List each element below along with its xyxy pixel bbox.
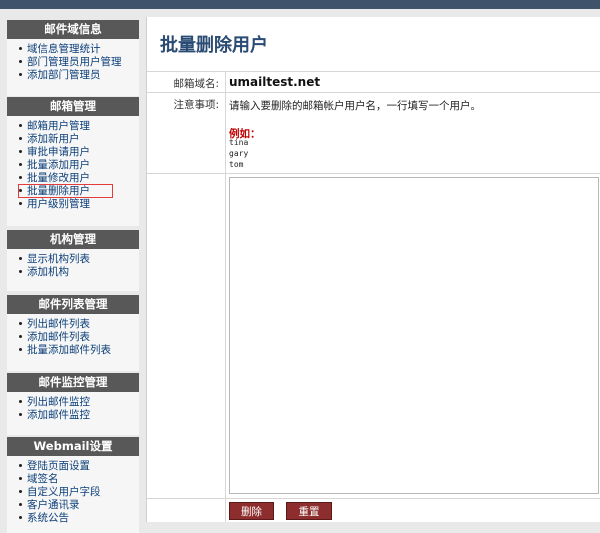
batch-delete-form: 邮箱域名: umailtest.net 注意事项: 请输入要删除的邮箱帐户用户名… (147, 71, 600, 522)
bullet-icon (19, 489, 22, 493)
sidebar-item-approve-users[interactable]: 审批申请用户 (17, 146, 139, 159)
sidebar-item-batch-add-mail-lists[interactable]: 批量添加邮件列表 (17, 344, 139, 357)
section-webmail-settings: Webmail设置 登陆页面设置 域签名 自定义用户字段 客户通讯录 系统公告 (7, 437, 139, 533)
sidebar-item-add-mail-list[interactable]: 添加邮件列表 (17, 331, 139, 344)
sidebar-item-list-mail-lists[interactable]: 列出邮件列表 (17, 318, 139, 331)
bullet-icon (19, 412, 22, 416)
bullet-icon (19, 46, 22, 50)
actions-row: 删除 重置 (147, 499, 600, 522)
sidebar-item-custom-fields[interactable]: 自定义用户字段 (17, 486, 139, 499)
domain-value: umailtest.net (229, 75, 321, 89)
section-mail-list: 邮件列表管理 列出邮件列表 添加邮件列表 批量添加邮件列表 (7, 295, 139, 371)
bullet-icon (19, 136, 22, 140)
sidebar-item-dept-admin-users[interactable]: 部门管理员用户管理 (17, 56, 139, 69)
sidebar-item-add-user[interactable]: 添加新用户 (17, 133, 139, 146)
bullet-icon (19, 123, 22, 127)
sidebar-item-batch-delete-users[interactable]: 批量删除用户 (17, 184, 139, 198)
page-title: 批量删除用户 (160, 35, 268, 56)
section-domain-info: 邮件域信息 域信息管理统计 部门管理员用户管理 添加部门管理员 (7, 20, 139, 96)
sidebar-item-org-list[interactable]: 显示机构列表 (17, 253, 139, 266)
usernames-row (147, 174, 600, 499)
sidebar-item-add-org[interactable]: 添加机构 (17, 266, 139, 279)
bullet-icon (19, 149, 22, 153)
active-highlight (18, 184, 113, 198)
usernames-textarea[interactable] (229, 177, 599, 494)
bullet-icon (19, 463, 22, 467)
bullet-icon (19, 347, 22, 351)
section-title: 机构管理 (7, 230, 139, 249)
sidebar-item-list-monitors[interactable]: 列出邮件监控 (17, 396, 139, 409)
bullet-icon (19, 399, 22, 403)
example-line: tom (229, 160, 244, 169)
sidebar-item-mailbox-users[interactable]: 邮箱用户管理 (17, 120, 139, 133)
sidebar-item-add-monitor[interactable]: 添加邮件监控 (17, 409, 139, 422)
section-mailbox: 邮箱管理 邮箱用户管理 添加新用户 审批申请用户 批量添加用户 批量修改用户 批… (7, 97, 139, 226)
bullet-icon (19, 72, 22, 76)
sidebar-item-domain-signature[interactable]: 域签名 (17, 473, 139, 486)
bullet-icon (19, 269, 22, 273)
bullet-icon (19, 59, 22, 63)
section-title: 邮箱管理 (7, 97, 139, 116)
section-title: Webmail设置 (7, 437, 139, 456)
example-line: gary (229, 149, 249, 158)
top-bar (0, 0, 600, 9)
sidebar-item-address-book[interactable]: 客户通讯录 (17, 499, 139, 512)
sidebar: 邮件域信息 域信息管理统计 部门管理员用户管理 添加部门管理员 邮箱管理 邮箱用… (0, 9, 146, 533)
delete-button[interactable]: 删除 (229, 502, 274, 520)
notes-label: 注意事项: (173, 99, 219, 111)
notes-row: 注意事项: 请输入要删除的邮箱帐户用户名，一行填写一个用户。 例如： tina … (147, 93, 600, 174)
reset-button[interactable]: 重置 (286, 502, 332, 520)
section-title: 邮件域信息 (7, 20, 139, 39)
domain-row: 邮箱域名: umailtest.net (147, 72, 600, 93)
sidebar-item-login-page[interactable]: 登陆页面设置 (17, 460, 139, 473)
bullet-icon (19, 515, 22, 519)
sidebar-item-domain-stats[interactable]: 域信息管理统计 (17, 43, 139, 56)
sidebar-item-add-dept-admin[interactable]: 添加部门管理员 (17, 69, 139, 82)
section-title: 邮件监控管理 (7, 373, 139, 392)
notes-text: 请输入要删除的邮箱帐户用户名，一行填写一个用户。 (229, 100, 481, 112)
bullet-icon (19, 162, 22, 166)
bullet-icon (19, 175, 22, 179)
example-lines: tina gary tom (229, 137, 248, 170)
bullet-icon (19, 256, 22, 260)
sidebar-item-user-levels[interactable]: 用户级别管理 (17, 198, 139, 211)
sidebar-item-batch-add-users[interactable]: 批量添加用户 (17, 159, 139, 172)
domain-label: 邮箱域名: (173, 78, 219, 90)
example-line: tina (229, 138, 249, 147)
bullet-icon (19, 334, 22, 338)
bullet-icon (19, 201, 22, 205)
bullet-icon (19, 321, 22, 325)
section-mail-monitor: 邮件监控管理 列出邮件监控 添加邮件监控 (7, 373, 139, 435)
section-title: 邮件列表管理 (7, 295, 139, 314)
section-organization: 机构管理 显示机构列表 添加机构 (7, 230, 139, 291)
bullet-icon (19, 476, 22, 480)
bullet-icon (19, 502, 22, 506)
main-panel: 批量删除用户 邮箱域名: umailtest.net 注意事项: 请输入要删除的… (146, 17, 600, 522)
sidebar-item-system-notice[interactable]: 系统公告 (17, 512, 139, 525)
